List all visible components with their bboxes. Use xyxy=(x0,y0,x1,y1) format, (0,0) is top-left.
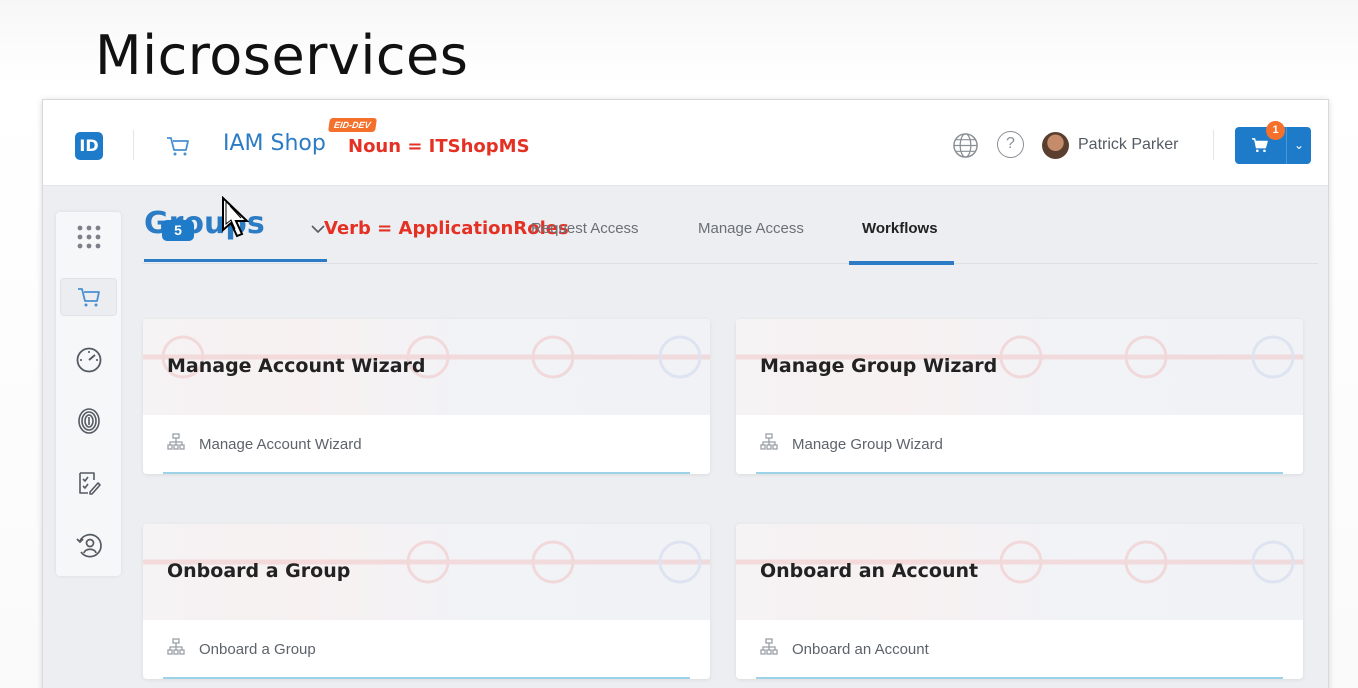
active-tab-indicator xyxy=(849,261,954,265)
card-header: Manage Group Wizard xyxy=(736,319,1303,415)
app-logo[interactable]: ID xyxy=(75,132,103,160)
cart-icon xyxy=(1252,138,1268,153)
divider xyxy=(1213,130,1214,160)
sidebar-item-dashboard[interactable] xyxy=(60,340,117,378)
tab-manage-access[interactable]: Manage Access xyxy=(698,220,804,237)
chevron-down-icon: ⌄ xyxy=(1293,138,1305,152)
slide-title: Microservices xyxy=(95,24,469,87)
card-title: Onboard an Account xyxy=(760,560,979,582)
org-chart-icon xyxy=(760,638,778,655)
card-subtitle: Manage Account Wizard xyxy=(199,436,362,453)
card-title: Manage Account Wizard xyxy=(167,355,426,377)
org-chart-icon xyxy=(760,433,778,450)
sidebar-item-history[interactable] xyxy=(60,526,117,564)
workflow-card[interactable]: Onboard an Account Onboard an Account xyxy=(736,524,1303,679)
help-icon[interactable]: ? xyxy=(997,131,1024,158)
card-footer: Onboard a Group xyxy=(143,620,710,679)
org-chart-icon xyxy=(167,638,185,655)
tab-workflows[interactable]: Workflows xyxy=(862,220,938,237)
environment-badge: EID-DEV xyxy=(328,118,377,132)
card-footer: Onboard an Account xyxy=(736,620,1303,679)
card-accent-line xyxy=(163,472,690,474)
sidebar-item-apps[interactable] xyxy=(60,218,117,256)
card-subtitle: Onboard an Account xyxy=(792,641,929,658)
cart-icon xyxy=(77,288,100,307)
card-header: Manage Account Wizard xyxy=(143,319,710,415)
cart-dropdown-button[interactable]: ⌄ xyxy=(1286,127,1311,164)
groups-count-badge: 5 xyxy=(162,220,194,241)
fingerprint-icon xyxy=(77,408,100,434)
card-title: Onboard a Group xyxy=(167,560,351,582)
mouse-cursor-icon xyxy=(222,196,250,238)
workflow-card[interactable]: Onboard a Group Onboard a Group xyxy=(143,524,710,679)
top-bar: ID IAM Shop EID-DEV Noun = ITShopMS ? Pa… xyxy=(43,100,1328,186)
card-accent-line xyxy=(756,677,1283,679)
sidebar xyxy=(56,212,121,576)
divider xyxy=(133,130,134,160)
shop-title[interactable]: IAM Shop xyxy=(223,131,326,156)
active-tab-indicator xyxy=(144,259,327,262)
card-subtitle: Manage Group Wizard xyxy=(792,436,943,453)
avatar[interactable] xyxy=(1042,132,1069,159)
workflow-card[interactable]: Manage Account Wizard Manage Account Wiz… xyxy=(143,319,710,474)
globe-icon[interactable] xyxy=(952,132,979,159)
app-window: ID IAM Shop EID-DEV Noun = ITShopMS ? Pa… xyxy=(42,99,1329,688)
checklist-edit-icon xyxy=(78,472,101,495)
card-header: Onboard an Account xyxy=(736,524,1303,620)
user-history-icon xyxy=(75,533,102,558)
sidebar-item-identity[interactable] xyxy=(60,402,117,440)
apps-grid-icon xyxy=(77,225,100,249)
card-header: Onboard a Group xyxy=(143,524,710,620)
org-chart-icon xyxy=(167,433,185,450)
speedometer-icon xyxy=(76,347,101,373)
card-subtitle: Onboard a Group xyxy=(199,641,316,658)
card-footer: Manage Group Wizard xyxy=(736,415,1303,474)
sidebar-item-shop[interactable] xyxy=(60,278,117,316)
user-name[interactable]: Patrick Parker xyxy=(1078,136,1178,154)
card-accent-line xyxy=(163,677,690,679)
tab-request-access[interactable]: Request Access xyxy=(531,220,639,237)
card-footer: Manage Account Wizard xyxy=(143,415,710,474)
sidebar-item-requests[interactable] xyxy=(60,464,117,502)
cart-count-badge: 1 xyxy=(1266,121,1285,140)
noun-annotation: Noun = ITShopMS xyxy=(348,136,530,157)
card-title: Manage Group Wizard xyxy=(760,355,998,377)
card-accent-line xyxy=(756,472,1283,474)
workflow-card[interactable]: Manage Group Wizard Manage Group Wizard xyxy=(736,319,1303,474)
cart-icon[interactable] xyxy=(165,134,191,158)
